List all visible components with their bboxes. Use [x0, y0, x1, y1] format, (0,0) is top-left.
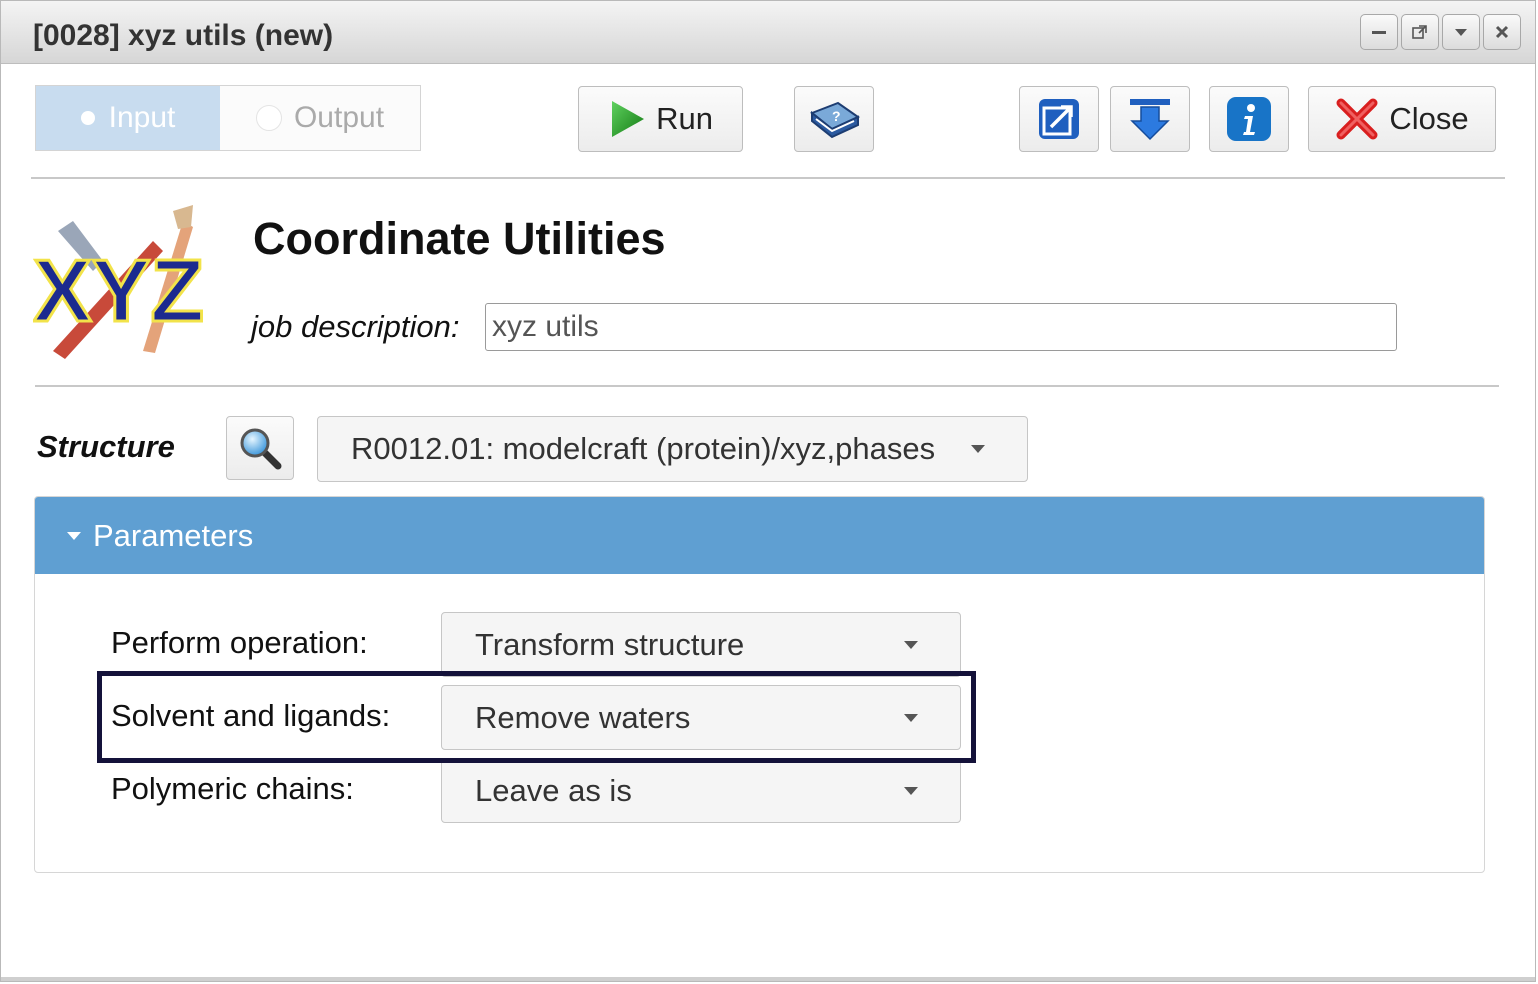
window-controls — [1360, 14, 1521, 50]
polymeric-chains-value: Leave as is — [475, 772, 632, 808]
download-button[interactable] — [1110, 86, 1190, 152]
structure-select[interactable]: R0012.01: modelcraft (protein)/xyz,phase… — [317, 416, 1028, 482]
popout-button[interactable] — [1401, 14, 1439, 50]
info-button[interactable] — [1209, 86, 1289, 152]
perform-operation-label: Perform operation: — [111, 625, 368, 660]
export-icon — [1039, 99, 1079, 139]
tab-input-label: Input — [108, 101, 176, 134]
minimize-icon — [1372, 31, 1386, 34]
wrench-brush-icon: XYZ — [32, 205, 206, 359]
export-button[interactable] — [1019, 86, 1099, 152]
minimize-button[interactable] — [1360, 14, 1398, 50]
job-description-input[interactable] — [485, 303, 1397, 351]
parameters-title: Parameters — [93, 517, 254, 553]
tab-output[interactable]: Output — [220, 86, 420, 150]
toolbar-divider — [31, 177, 1505, 179]
help-button[interactable]: ? — [794, 86, 874, 152]
collapse-caret-icon — [67, 531, 81, 540]
perform-operation-value: Transform structure — [475, 626, 745, 662]
menu-button[interactable] — [1442, 14, 1480, 50]
close-x-icon — [1336, 98, 1378, 140]
close-button[interactable]: Close — [1308, 86, 1496, 152]
svg-text:?: ? — [832, 108, 841, 124]
close-icon — [1495, 25, 1509, 39]
dialog-window: [0028] xyz utils (new) Input Output Run … — [0, 0, 1536, 982]
bottom-border — [1, 977, 1535, 981]
chevron-down-icon — [904, 786, 918, 795]
perform-operation-select[interactable]: Transform structure — [441, 612, 961, 677]
info-icon — [1227, 97, 1271, 141]
structure-label: Structure — [37, 429, 175, 464]
logo-text: XYZ — [33, 241, 203, 340]
xyz-logo: XYZ — [32, 201, 206, 361]
chevron-down-icon — [971, 445, 985, 453]
run-button[interactable]: Run — [578, 86, 743, 152]
tab-output-label: Output — [293, 101, 385, 134]
run-label: Run — [656, 101, 713, 136]
download-icon — [1130, 99, 1170, 141]
header-divider — [35, 385, 1499, 387]
radio-selected-icon — [80, 111, 95, 125]
polymeric-chains-label: Polymeric chains: — [111, 771, 354, 806]
close-label: Close — [1389, 101, 1469, 136]
radio-unselected-icon — [255, 105, 282, 131]
parameters-header[interactable]: Parameters — [35, 497, 1484, 574]
input-output-toggle: Input Output — [35, 85, 421, 151]
structure-select-value: R0012.01: modelcraft (protein)/xyz,phase… — [351, 431, 936, 466]
highlight-box — [97, 671, 976, 763]
page-title: Coordinate Utilities — [253, 213, 666, 264]
chevron-down-icon — [1455, 29, 1467, 36]
help-book-icon: ? — [810, 101, 860, 139]
magnifier-icon — [240, 428, 282, 470]
popout-icon — [1412, 25, 1427, 39]
close-window-button[interactable] — [1483, 14, 1521, 50]
tab-input[interactable]: Input — [36, 86, 220, 150]
title-bar[interactable]: [0028] xyz utils (new) — [1, 1, 1535, 64]
job-description-label: job description: — [251, 309, 460, 344]
chevron-down-icon — [904, 640, 918, 649]
polymeric-chains-select[interactable]: Leave as is — [441, 758, 961, 823]
play-icon — [612, 101, 645, 137]
structure-search-button[interactable] — [226, 416, 294, 480]
window-title: [0028] xyz utils (new) — [33, 19, 334, 52]
